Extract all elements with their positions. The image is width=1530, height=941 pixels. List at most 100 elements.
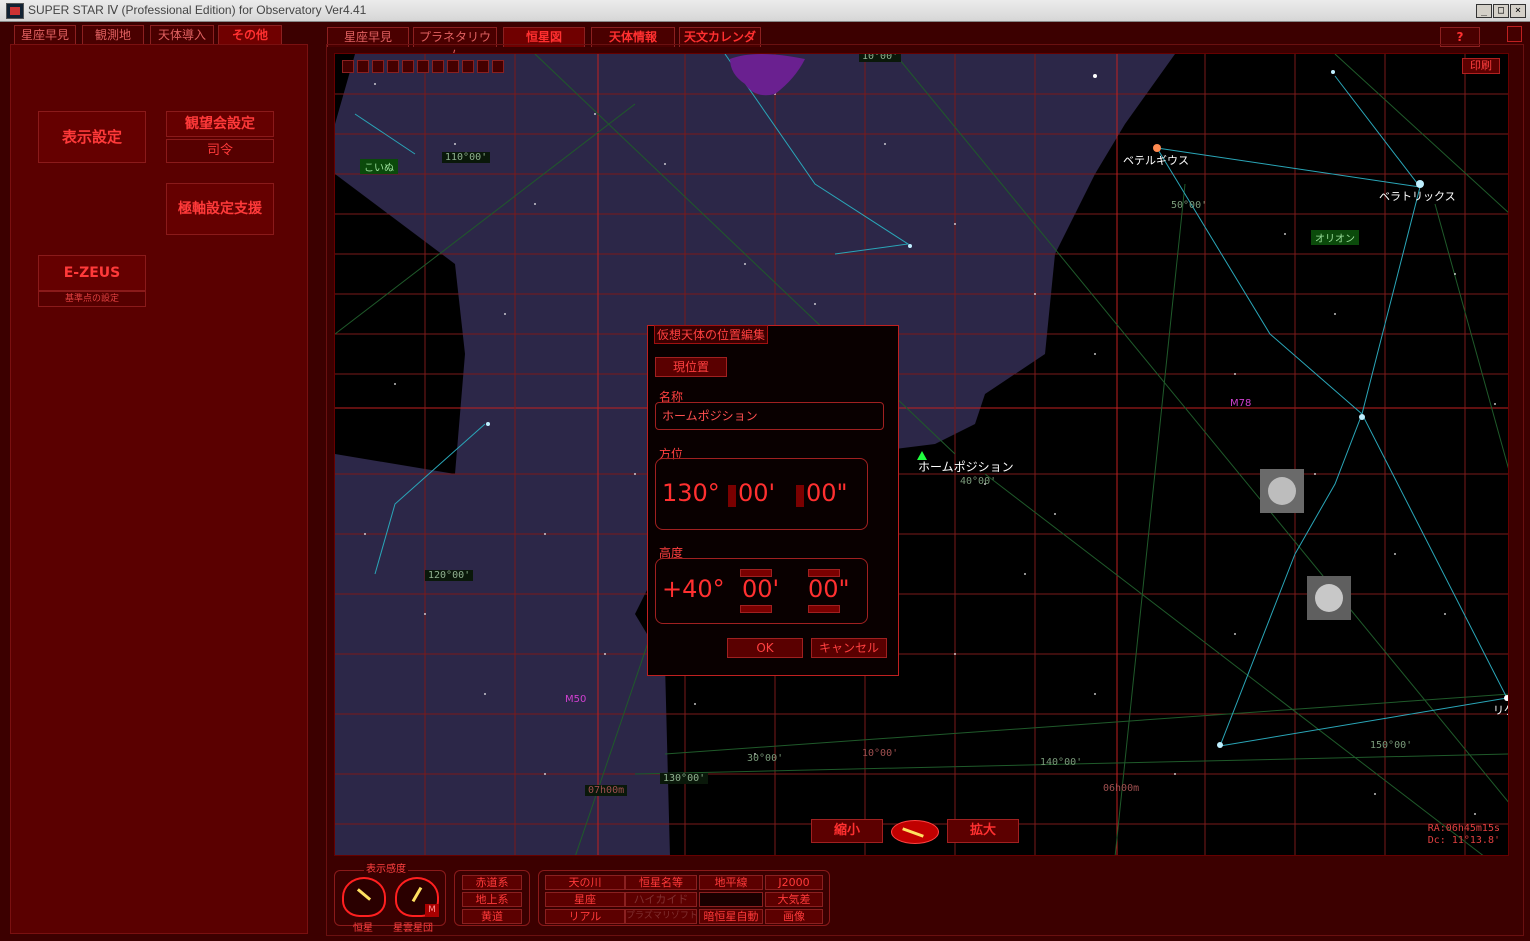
map-tool-1[interactable] xyxy=(342,60,354,73)
map-tool-3[interactable] xyxy=(372,60,384,73)
ecliptic-button[interactable]: 黄道 xyxy=(462,909,522,924)
azimuth-sec-marker xyxy=(796,485,804,507)
azimuth-minutes[interactable]: 00' xyxy=(738,479,775,507)
cancel-button[interactable]: キャンセル xyxy=(811,638,887,658)
coord-30: 30°00' xyxy=(747,753,784,764)
star-map[interactable]: 印刷 ベテルギウス ベラトリックス リゲ ホームポジション こいぬ オリオン M… xyxy=(334,53,1509,856)
sensitivity-label: 表示感度 xyxy=(364,860,408,875)
gauge-nebula-label: 星雲星団 xyxy=(393,923,433,934)
star-gauge-icon[interactable] xyxy=(342,877,386,917)
gauge-m-badge: M xyxy=(425,904,439,917)
altitude-degrees[interactable]: +40° xyxy=(662,575,725,603)
map-tool-9[interactable] xyxy=(462,60,474,73)
horizontal-button[interactable]: 地上系 xyxy=(462,892,522,907)
ezeus-reference-button[interactable]: 基準点の設定 xyxy=(38,291,146,307)
maximize-button[interactable]: □ xyxy=(1493,4,1509,18)
map-tool-7[interactable] xyxy=(432,60,444,73)
j2000-toggle[interactable]: J2000 xyxy=(765,875,823,890)
coord-150: 150°00' xyxy=(1370,740,1413,751)
coord-10: 10°00' xyxy=(862,748,899,759)
left-tab-constellation[interactable]: 星座早見 xyxy=(14,25,76,45)
alt-sec-down-icon[interactable] xyxy=(808,605,840,613)
virtual-object-dialog: 仮想天体の位置編集 現位置 名称 ホームポジション 方位 130° 00' 00… xyxy=(647,325,899,676)
constellation-toggle[interactable]: 星座 xyxy=(545,892,625,907)
sensitivity-group: M 恒星 星雲星団 xyxy=(334,870,446,934)
display-toggles-group: 天の川 恒星名等 地平線 J2000 星座 ハイカイド 大気差 リアル プラズマ… xyxy=(538,870,830,926)
left-panel: 表示設定 観望会設定 司令 極軸設定支援 E-ZEUS 基準点の設定 xyxy=(10,44,308,934)
map-tool-2[interactable] xyxy=(357,60,369,73)
dialog-title: 仮想天体の位置編集 xyxy=(654,325,769,344)
altitude-minutes[interactable]: 00' xyxy=(742,575,779,603)
label-canis-minor: こいぬ xyxy=(360,159,398,174)
label-home-position: ホームポジション xyxy=(918,460,1014,474)
azimuth-min-marker xyxy=(728,485,736,507)
label-rigel: リゲ xyxy=(1493,704,1508,717)
azimuth-degrees[interactable]: 130° xyxy=(662,479,720,507)
coordinate-system-group: 赤道系 地上系 黄道 xyxy=(454,870,530,926)
viewing-settings-button[interactable]: 観望会設定 xyxy=(166,111,274,137)
map-tool-4[interactable] xyxy=(387,60,399,73)
image-toggle[interactable]: 画像 xyxy=(765,909,823,924)
display-settings-button[interactable]: 表示設定 xyxy=(38,111,146,163)
ra-readout: RA:06h45m15s xyxy=(1427,823,1500,834)
zoom-in-button[interactable]: 拡大 xyxy=(947,819,1019,843)
coord-140: 140°00' xyxy=(1040,757,1083,768)
map-tool-5[interactable] xyxy=(402,60,414,73)
plasma-toggle[interactable]: プラズマリゾフト xyxy=(625,909,697,924)
equatorial-button[interactable]: 赤道系 xyxy=(462,875,522,890)
minimize-button[interactable]: _ xyxy=(1476,4,1492,18)
nebula-gauge-icon[interactable]: M xyxy=(395,877,439,917)
polar-support-button[interactable]: 極軸設定支援 xyxy=(166,183,274,235)
coord-top: 10°00' xyxy=(859,54,902,62)
bottom-controls: M 恒星 星雲星団 表示感度 赤道系 地上系 黄道 天の川 恒星名等 地平線 J… xyxy=(334,860,1509,934)
highlight-toggle[interactable]: ハイカイド xyxy=(625,892,697,907)
ezeus-button[interactable]: E-ZEUS xyxy=(38,255,146,291)
star-map-canvas xyxy=(335,54,1508,855)
map-tool-10[interactable] xyxy=(477,60,489,73)
unlabeled-toggle[interactable] xyxy=(699,892,763,907)
altitude-seconds[interactable]: 00" xyxy=(808,575,850,603)
zoom-dial-icon[interactable] xyxy=(891,820,939,844)
name-input[interactable]: ホームポジション xyxy=(655,402,884,430)
app-icon xyxy=(6,3,24,19)
coord-130: 130°00' xyxy=(660,773,709,784)
label-m50: M50 xyxy=(565,694,587,705)
altitude-group: +40° 00' 00" xyxy=(655,558,868,624)
label-orion: オリオン xyxy=(1311,230,1359,245)
label-m78: M78 xyxy=(1230,398,1252,409)
coord-120: 120°00' xyxy=(425,570,474,581)
current-position-button[interactable]: 現位置 xyxy=(655,357,727,377)
coord-40: 40°00' xyxy=(960,476,997,487)
refraction-toggle[interactable]: 大気差 xyxy=(765,892,823,907)
map-tool-8[interactable] xyxy=(447,60,459,73)
label-betelgeuse: ベテルギウス xyxy=(1123,154,1189,167)
azimuth-group: 130° 00' 00" xyxy=(655,458,868,530)
zoom-out-button[interactable]: 縮小 xyxy=(811,819,883,843)
coord-50: 50°00' xyxy=(1171,200,1208,211)
ok-button[interactable]: OK xyxy=(727,638,803,658)
map-tool-6[interactable] xyxy=(417,60,429,73)
coord-ra-06h: 06h00m xyxy=(1103,783,1140,794)
label-bellatrix: ベラトリックス xyxy=(1379,190,1456,203)
milky-way-toggle[interactable]: 天の川 xyxy=(545,875,625,890)
real-toggle[interactable]: リアル xyxy=(545,909,625,924)
app-window: SUPER STAR Ⅳ (Professional Edition) for … xyxy=(0,0,1530,941)
radec-readout: RA:06h45m15s Dc: 11°13.8' xyxy=(1428,823,1500,847)
map-tool-11[interactable] xyxy=(492,60,504,73)
left-tab-goto[interactable]: 天体導入 xyxy=(150,25,214,45)
alt-min-down-icon[interactable] xyxy=(740,605,772,613)
left-tab-site[interactable]: 観測地 xyxy=(82,25,144,45)
window-title: SUPER STAR Ⅳ (Professional Edition) for … xyxy=(28,3,367,17)
commander-button[interactable]: 司令 xyxy=(166,139,274,163)
horizon-toggle[interactable]: 地平線 xyxy=(699,875,763,890)
faint-star-auto-toggle[interactable]: 暗恒星自動 xyxy=(699,909,763,924)
dec-readout: Dc: 11°13.8' xyxy=(1427,835,1500,846)
azimuth-seconds[interactable]: 00" xyxy=(806,479,848,507)
panel-close-icon[interactable] xyxy=(1507,26,1522,42)
coord-ra-07h: 07h00m xyxy=(585,785,628,796)
left-tab-other[interactable]: その他 xyxy=(218,25,282,45)
gauge-star-label: 恒星 xyxy=(353,923,373,934)
close-button[interactable]: × xyxy=(1510,4,1526,18)
print-button[interactable]: 印刷 xyxy=(1462,58,1500,74)
star-names-toggle[interactable]: 恒星名等 xyxy=(625,875,697,890)
